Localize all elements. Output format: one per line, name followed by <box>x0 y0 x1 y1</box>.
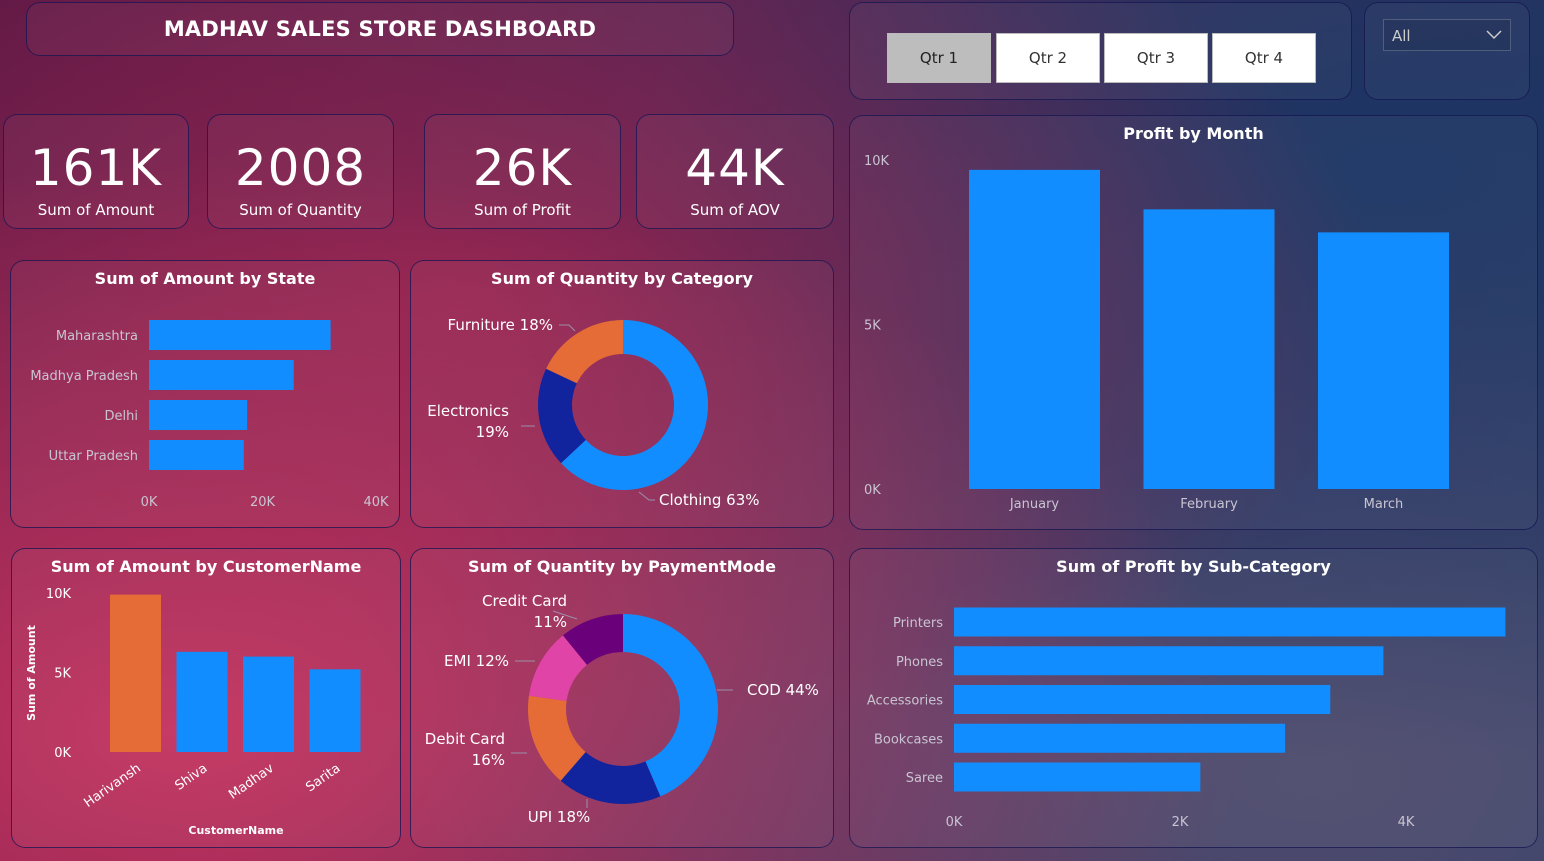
donut-slice <box>546 320 623 384</box>
category-label: Sarita <box>303 761 343 795</box>
leader-line <box>638 491 655 501</box>
tick-label: 0K <box>946 815 963 830</box>
filter-dropdown[interactable]: All <box>1383 19 1511 51</box>
chart-amount-by-customer: Sum of Amount by CustomerName Harivansh S… <box>11 548 401 848</box>
chart-amount-by-state: Sum of Amount by State Maharashtra Madhya… <box>10 260 400 528</box>
category-label: Delhi <box>105 409 138 424</box>
slice-label: 19% <box>476 423 509 441</box>
slicer-button-qtr1[interactable]: Qtr 1 <box>887 33 991 83</box>
category-label: Maharashtra <box>56 329 138 344</box>
chart-quantity-by-payment: Sum of Quantity by PaymentMode COD 44% UP… <box>410 548 834 848</box>
category-label: Madhya Pradesh <box>30 369 138 384</box>
tick-label: 5K <box>864 319 881 334</box>
category-label: Uttar Pradesh <box>49 449 138 464</box>
kpi-card-quantity: 2008 Sum of Quantity <box>207 114 394 229</box>
bar <box>243 656 294 752</box>
chart-plot-payment: COD 44% UPI 18% Debit Card 16% EMI 12% Credit… <box>425 592 819 826</box>
tick-label: 40K <box>363 495 389 510</box>
kpi-label: Sum of Amount <box>37 201 155 219</box>
slicer-button-qtr4[interactable]: Qtr 4 <box>1212 33 1316 83</box>
bar <box>149 320 331 350</box>
chart-quantity-by-category: Sum of Quantity by Category Clothing 63%… <box>410 260 834 528</box>
category-label: Phones <box>896 655 943 670</box>
tick-label: 10K <box>864 154 890 169</box>
page-title: MADHAV SALES STORE DASHBOARD <box>163 17 597 41</box>
bar <box>1143 209 1275 489</box>
kpi-value: 26K <box>472 139 573 197</box>
kpi-value: 161K <box>29 139 163 197</box>
tick-label: 2K <box>1172 815 1189 830</box>
tick-label: 10K <box>46 587 72 602</box>
bar <box>110 594 161 752</box>
slice-label: 16% <box>472 751 505 769</box>
bar <box>149 360 294 390</box>
category-label: Saree <box>906 771 943 786</box>
bar <box>1318 232 1449 489</box>
bar <box>954 607 1506 637</box>
slice-label: COD 44% <box>747 681 819 699</box>
tick-label: 20K <box>250 495 276 510</box>
kpi-card-profit: 26K Sum of Profit <box>424 114 621 229</box>
kpi-label: Sum of AOV <box>690 201 780 219</box>
tick-label: 0K <box>864 483 881 498</box>
slice-label: Furniture 18% <box>448 316 553 334</box>
category-label: Bookcases <box>874 732 943 747</box>
kpi-card-aov: 44K Sum of AOV <box>636 114 834 229</box>
category-label: March <box>1364 497 1404 512</box>
bar <box>969 169 1100 489</box>
slice-label: Clothing 63% <box>659 491 760 509</box>
slice-label: EMI 12% <box>444 652 509 670</box>
category-label: Harivansh <box>81 761 143 811</box>
quarter-slicer: Qtr 1 Qtr 2 Qtr 3 Qtr 4 <box>849 2 1352 100</box>
chart-plot-state: Maharashtra Madhya Pradesh Delhi Uttar Prad… <box>30 320 389 510</box>
filter-panel: All <box>1364 2 1530 100</box>
slice-label: Debit Card <box>425 730 505 748</box>
category-label: January <box>1009 497 1060 512</box>
bar <box>954 646 1384 676</box>
bar <box>954 723 1286 753</box>
kpi-value: 44K <box>685 139 785 197</box>
slicer-button-qtr3[interactable]: Qtr 3 <box>1104 33 1208 83</box>
bar <box>954 685 1331 714</box>
kpi-value: 2008 <box>234 139 367 197</box>
kpi-label: Sum of Quantity <box>239 201 362 219</box>
chevron-down-icon <box>1486 30 1502 40</box>
category-label: February <box>1180 497 1238 512</box>
tick-label: 4K <box>1398 815 1415 830</box>
bar <box>176 651 228 752</box>
category-label: Madhav <box>226 761 277 803</box>
chart-plot-month: January February March 0K 5K 10K <box>864 154 1449 512</box>
slicer-button-qtr2[interactable]: Qtr 2 <box>996 33 1100 83</box>
kpi-label: Sum of Profit <box>474 201 571 219</box>
tick-label: 0K <box>54 746 71 761</box>
category-label: Accessories <box>867 694 943 709</box>
bar <box>149 440 244 470</box>
dashboard-header: MADHAV SALES STORE DASHBOARD <box>26 2 734 56</box>
slice-label: 11% <box>534 613 567 631</box>
chart-plot-customer: Harivansh Shiva Madhav Sarita 0K 5K 10K Sum of … <box>25 587 361 837</box>
x-axis-title: CustomerName <box>188 824 283 837</box>
slice-label: Electronics <box>427 402 509 420</box>
slice-label: Credit Card <box>482 592 567 610</box>
filter-dropdown-value: All <box>1392 27 1411 45</box>
chart-plot-subcategory: Printers Phones Accessories Bookcases Saree 0… <box>867 607 1506 830</box>
kpi-card-amount: 161K Sum of Amount <box>3 114 189 229</box>
category-label: Printers <box>893 616 943 631</box>
chart-plot-category: Clothing 63% Electronics 19% Furniture 18% <box>427 316 760 509</box>
chart-profit-by-subcategory: Sum of Profit by Sub-Category Printers Ph… <box>849 548 1538 848</box>
bar <box>954 762 1201 792</box>
slice-label: UPI 18% <box>528 808 591 826</box>
bar <box>149 400 248 430</box>
tick-label: 0K <box>141 495 158 510</box>
leader-line <box>559 324 576 332</box>
tick-label: 5K <box>54 667 71 682</box>
bar <box>309 669 361 752</box>
y-axis-title: Sum of Amount <box>25 625 38 721</box>
chart-profit-by-month: Profit by Month January February March 0K 5K… <box>849 115 1538 530</box>
category-label: Shiva <box>172 761 210 794</box>
